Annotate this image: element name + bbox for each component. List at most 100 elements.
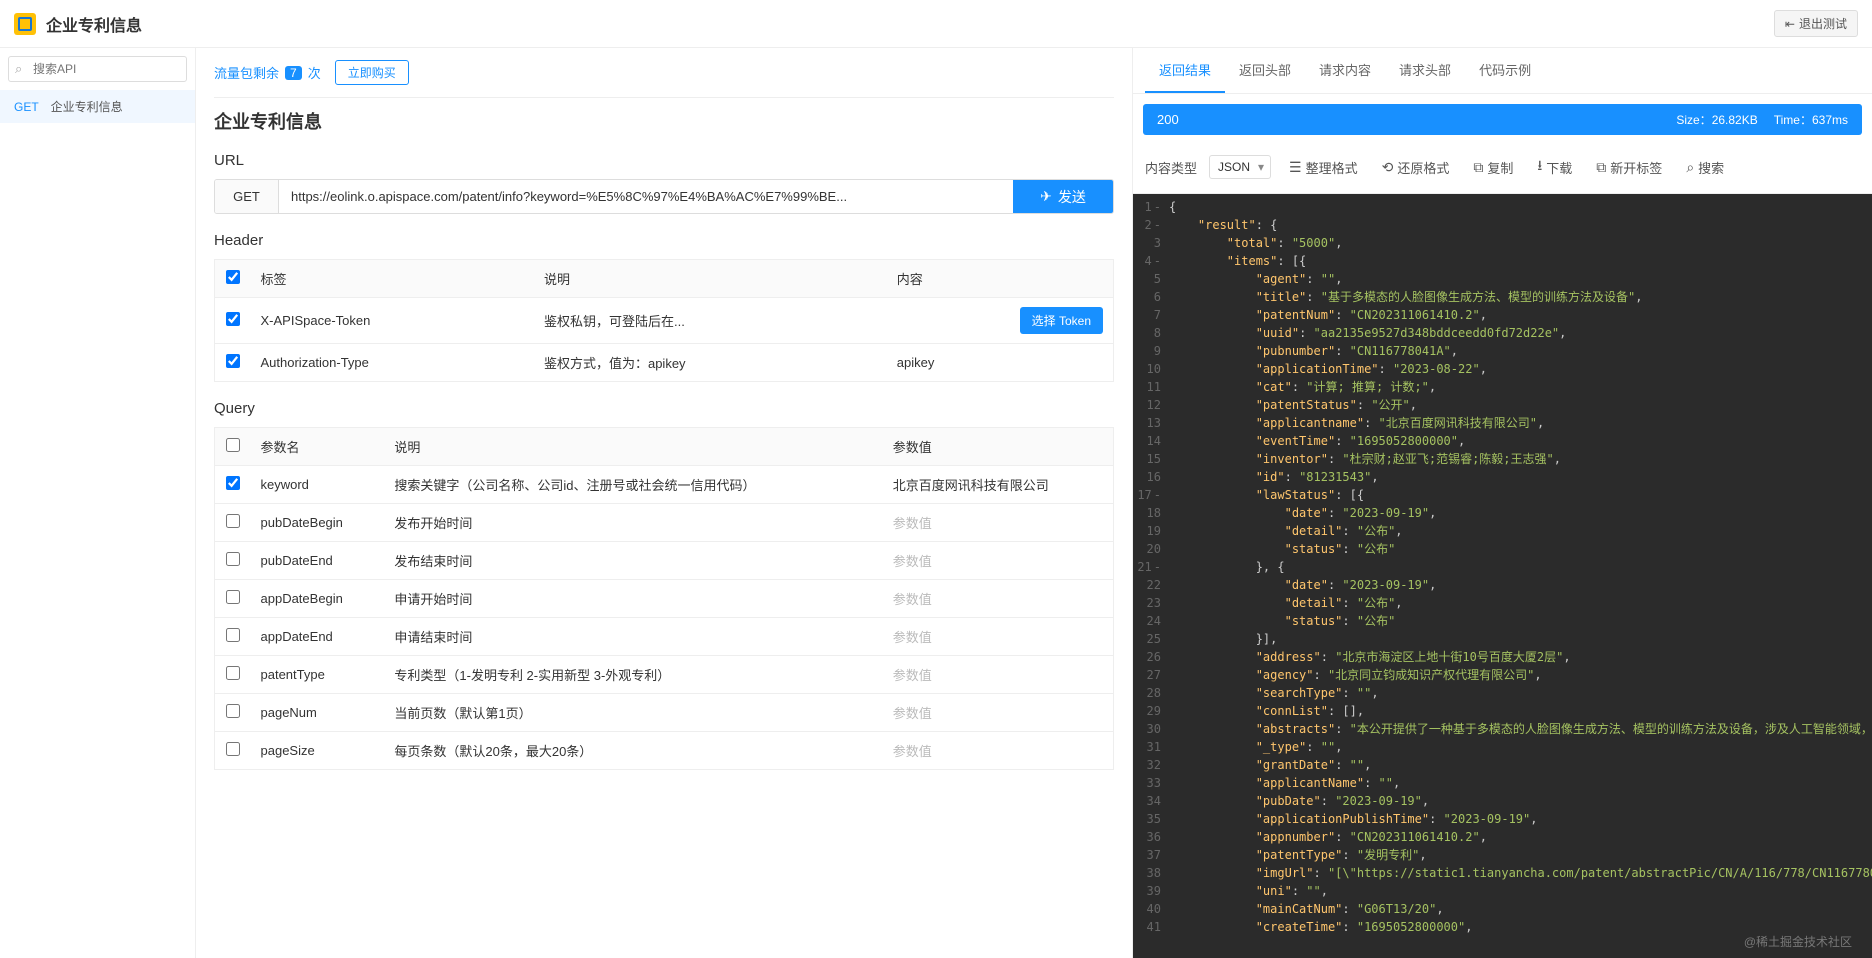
param-desc: 当前页数（默认第1页） xyxy=(384,694,882,732)
code-line: 24 "status": "公布" xyxy=(1133,612,1872,630)
row-checkbox[interactable] xyxy=(226,514,240,528)
buy-button[interactable]: 立即购买 xyxy=(335,60,409,85)
col-content: 内容 xyxy=(887,260,1114,298)
exit-test-button[interactable]: ⇤ 退出测试 xyxy=(1774,10,1858,37)
row-checkbox[interactable] xyxy=(226,704,240,718)
code-line: 13 "applicantname": "北京百度网讯科技有限公司", xyxy=(1133,414,1872,432)
response-tabs: 返回结果返回头部请求内容请求头部代码示例 xyxy=(1133,48,1872,94)
api-method-badge: GET xyxy=(14,100,39,114)
code-line: 23 "detail": "公布", xyxy=(1133,594,1872,612)
param-value[interactable]: 参数值 xyxy=(883,694,1114,732)
param-desc: 申请开始时间 xyxy=(384,580,882,618)
content-type-label: 内容类型 xyxy=(1145,158,1197,177)
beautify-button[interactable]: ☰整理格式 xyxy=(1283,154,1364,181)
response-tab[interactable]: 代码示例 xyxy=(1465,48,1545,93)
query-checkall[interactable] xyxy=(226,438,240,452)
param-name: patentType xyxy=(251,656,385,694)
newtab-icon: ⧉ xyxy=(1596,159,1606,176)
code-line: 31 "_type": "", xyxy=(1133,738,1872,756)
quota-count-badge: 7 xyxy=(285,66,302,80)
code-line: 34 "pubDate": "2023-09-19", xyxy=(1133,792,1872,810)
code-line: 40 "mainCatNum": "G06T13/20", xyxy=(1133,900,1872,918)
row-checkbox[interactable] xyxy=(226,666,240,680)
search-icon: ⌕ xyxy=(1686,159,1694,176)
query-row: pubDateEnd 发布结束时间 参数值 xyxy=(215,542,1114,580)
page-title: 企业专利信息 xyxy=(46,12,142,36)
row-checkbox[interactable] xyxy=(226,312,240,326)
exit-label: 退出测试 xyxy=(1799,15,1847,32)
header-checkall[interactable] xyxy=(226,270,240,284)
search-api-input[interactable] xyxy=(8,56,187,82)
sidebar: ⌕ GET 企业专利信息 xyxy=(0,48,196,958)
row-checkbox[interactable] xyxy=(226,354,240,368)
download-button[interactable]: ⭳下载 xyxy=(1531,151,1578,183)
center-panel: 流量包剩余 7 次 立即购买 企业专利信息 URL GET ✈ 发送 Heade… xyxy=(196,48,1132,958)
header-desc: 鉴权私钥，可登陆后在... xyxy=(534,298,887,344)
param-desc: 每页条数（默认20条，最大20条） xyxy=(384,732,882,770)
code-line: 10 "applicationTime": "2023-08-22", xyxy=(1133,360,1872,378)
status-code: 200 xyxy=(1157,112,1179,127)
param-desc: 专利类型（1-发明专利 2-实用新型 3-外观专利） xyxy=(384,656,882,694)
code-line: 22 "date": "2023-09-19", xyxy=(1133,576,1872,594)
code-line: 9 "pubnumber": "CN116778041A", xyxy=(1133,342,1872,360)
param-value[interactable]: 北京百度网讯科技有限公司 xyxy=(883,466,1114,504)
code-line: 17- "lawStatus": [{ xyxy=(1133,486,1872,504)
search-icon: ⌕ xyxy=(15,61,22,77)
param-value[interactable]: 参数值 xyxy=(883,732,1114,770)
send-button[interactable]: ✈ 发送 xyxy=(1013,180,1113,213)
row-checkbox[interactable] xyxy=(226,742,240,756)
restore-button[interactable]: ⟲还原格式 xyxy=(1376,154,1456,181)
param-value[interactable]: 参数值 xyxy=(883,618,1114,656)
query-row: pageNum 当前页数（默认第1页） 参数值 xyxy=(215,694,1114,732)
code-line: 1-{ xyxy=(1133,198,1872,216)
header-content[interactable]: apikey xyxy=(887,344,1114,382)
beautify-icon: ☰ xyxy=(1289,159,1302,176)
param-desc: 发布开始时间 xyxy=(384,504,882,542)
row-checkbox[interactable] xyxy=(226,476,240,490)
code-line: 6 "title": "基于多模态的人脸图像生成方法、模型的训练方法及设备", xyxy=(1133,288,1872,306)
sidebar-api-item[interactable]: GET 企业专利信息 xyxy=(0,90,195,123)
param-value[interactable]: 参数值 xyxy=(883,580,1114,618)
code-line: 33 "applicantName": "", xyxy=(1133,774,1872,792)
query-row: pubDateBegin 发布开始时间 参数值 xyxy=(215,504,1114,542)
status-bar: 200 Size：26.82KB Time：637ms xyxy=(1143,104,1862,135)
col-param: 参数名 xyxy=(251,428,385,466)
row-checkbox[interactable] xyxy=(226,552,240,566)
param-value[interactable]: 参数值 xyxy=(883,542,1114,580)
copy-icon: ⧉ xyxy=(1473,159,1483,176)
logo-icon xyxy=(14,13,36,35)
code-line: 28 "searchType": "", xyxy=(1133,684,1872,702)
code-line: 19 "detail": "公布", xyxy=(1133,522,1872,540)
format-select[interactable]: JSON xyxy=(1209,155,1271,179)
row-checkbox[interactable] xyxy=(226,590,240,604)
code-pane[interactable]: 1-{2- "result": {3 "total": "5000",4- "i… xyxy=(1133,194,1872,958)
code-line: 25 }], xyxy=(1133,630,1872,648)
select-token-button[interactable]: 选择 Token xyxy=(1020,307,1103,334)
param-value[interactable]: 参数值 xyxy=(883,504,1114,542)
code-line: 30 "abstracts": "本公开提供了一种基于多模态的人脸图像生成方法、… xyxy=(1133,720,1872,738)
code-line: 15 "inventor": "杜宗财;赵亚飞;范锡睿;陈毅;王志强", xyxy=(1133,450,1872,468)
row-checkbox[interactable] xyxy=(226,628,240,642)
query-row: appDateBegin 申请开始时间 参数值 xyxy=(215,580,1114,618)
param-desc: 搜索关键字（公司名称、公司id、注册号或社会统一信用代码） xyxy=(384,466,882,504)
param-value[interactable]: 参数值 xyxy=(883,656,1114,694)
header-row: X-APISpace-Token 鉴权私钥，可登陆后在... 选择 Token xyxy=(215,298,1114,344)
url-input[interactable] xyxy=(279,180,1013,213)
code-line: 26 "address": "北京市海淀区上地十街10号百度大厦2层", xyxy=(1133,648,1872,666)
col-label: 标签 xyxy=(251,260,534,298)
response-tab[interactable]: 请求头部 xyxy=(1385,48,1465,93)
header-label: Header xyxy=(214,232,1114,249)
copy-button[interactable]: ⧉复制 xyxy=(1467,154,1519,181)
col-pdesc: 说明 xyxy=(384,428,882,466)
response-tab[interactable]: 返回头部 xyxy=(1225,48,1305,93)
response-tab[interactable]: 请求内容 xyxy=(1305,48,1385,93)
response-tab[interactable]: 返回结果 xyxy=(1145,48,1225,93)
code-line: 3 "total": "5000", xyxy=(1133,234,1872,252)
param-desc: 申请结束时间 xyxy=(384,618,882,656)
restore-icon: ⟲ xyxy=(1382,159,1394,176)
code-line: 29 "connList": [], xyxy=(1133,702,1872,720)
newtab-button[interactable]: ⧉新开标签 xyxy=(1590,154,1668,181)
search-response-button[interactable]: ⌕搜索 xyxy=(1680,154,1730,181)
http-method[interactable]: GET xyxy=(215,180,279,213)
header-content[interactable]: 选择 Token xyxy=(887,298,1114,344)
